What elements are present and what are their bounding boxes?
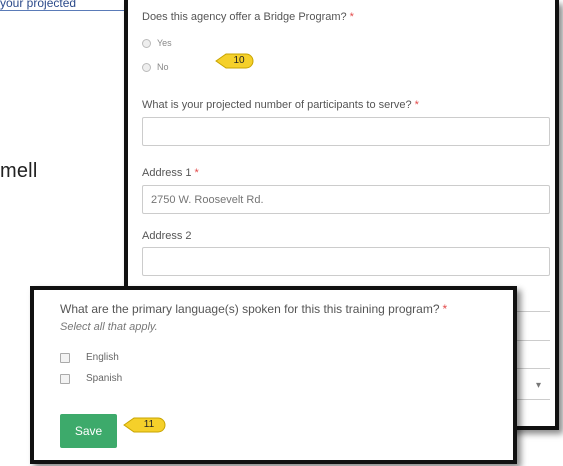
callout-11-number: 11	[143, 419, 155, 430]
radio-label-yes: Yes	[157, 38, 172, 48]
bridge-question: Does this agency offer a Bridge Program?…	[142, 11, 354, 23]
radio-yes[interactable]	[142, 38, 151, 48]
step-callout-11: 11	[123, 416, 167, 434]
background-text-side: mell	[0, 160, 38, 182]
required-mark: *	[442, 302, 448, 316]
required-mark: *	[194, 167, 199, 179]
language-hint: Select all that apply.	[60, 321, 158, 333]
callout-10-number: 10	[233, 55, 245, 66]
checkbox-option-spanish[interactable]: Spanish	[60, 373, 122, 384]
address1-label: Address 1 *	[142, 167, 199, 179]
radio-option-no[interactable]: No	[142, 62, 169, 72]
required-mark: *	[349, 11, 354, 23]
checkbox-english[interactable]	[60, 352, 70, 363]
participants-input[interactable]	[142, 117, 550, 146]
checkbox-option-english[interactable]: English	[60, 352, 119, 363]
address1-input[interactable]	[142, 185, 550, 214]
radio-label-no: No	[157, 62, 169, 72]
language-question: What are the primary language(s) spoken …	[60, 302, 448, 316]
save-button[interactable]: Save	[60, 414, 117, 448]
form-panel-front: What are the primary language(s) spoken …	[30, 286, 517, 464]
address2-label: Address 2	[142, 230, 192, 242]
participants-question: What is your projected number of partici…	[142, 99, 419, 111]
address2-input[interactable]	[142, 247, 550, 276]
chevron-down-icon[interactable]: ▾	[536, 380, 541, 391]
step-callout-10: 10	[215, 52, 255, 70]
checkbox-spanish[interactable]	[60, 373, 70, 384]
required-mark: *	[414, 99, 419, 111]
checkbox-label-spanish: Spanish	[86, 373, 123, 384]
checkbox-label-english: English	[86, 352, 119, 363]
radio-no[interactable]	[142, 62, 151, 72]
radio-option-yes[interactable]: Yes	[142, 38, 172, 48]
